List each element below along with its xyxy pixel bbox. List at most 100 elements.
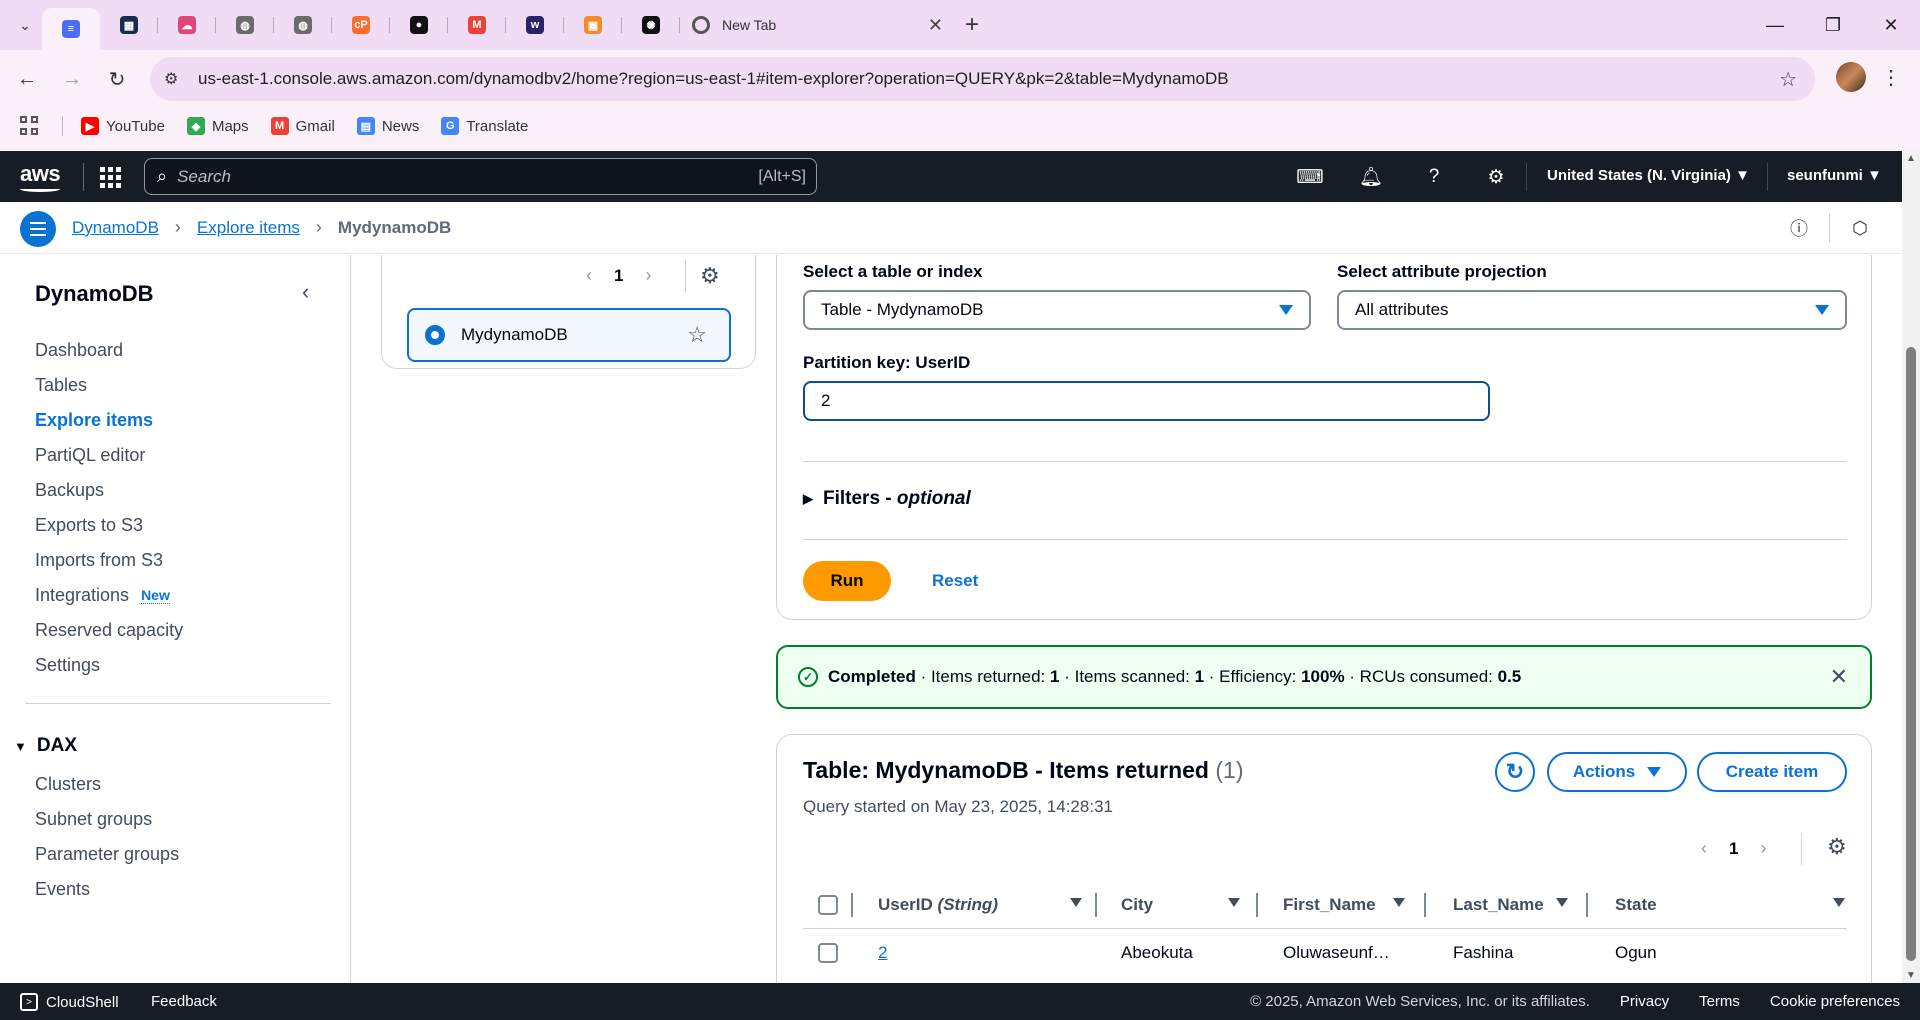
settings-gear-icon[interactable]: ⚙ bbox=[1482, 163, 1510, 191]
browser-tab[interactable]: w bbox=[506, 8, 564, 42]
column-header-state[interactable]: State bbox=[1615, 881, 1657, 929]
browser-tab[interactable]: ▣ bbox=[564, 8, 622, 42]
actions-button[interactable]: Actions bbox=[1547, 752, 1687, 792]
browser-tab[interactable]: cP bbox=[332, 8, 390, 42]
region-selector[interactable]: United States (N. Virginia) ▼ bbox=[1547, 167, 1750, 184]
select-all-checkbox[interactable] bbox=[818, 895, 838, 915]
sidebar-item-exports-to-s3[interactable]: Exports to S3 bbox=[35, 508, 183, 543]
sort-caret-icon[interactable] bbox=[1556, 898, 1568, 907]
scroll-up-icon[interactable]: ▲ bbox=[1906, 153, 1916, 164]
bookmark-star-icon[interactable]: ☆ bbox=[1779, 67, 1797, 92]
cookie-preferences-link[interactable]: Cookie preferences bbox=[1770, 993, 1900, 1010]
back-arrow-icon[interactable]: ← bbox=[10, 62, 44, 96]
page-number[interactable]: 1 bbox=[1729, 839, 1738, 859]
feedback-hex-icon[interactable]: ⬡ bbox=[1844, 212, 1876, 244]
sort-caret-icon[interactable] bbox=[1070, 898, 1082, 907]
address-bar[interactable]: ⚙ us-east-1.console.aws.amazon.com/dynam… bbox=[150, 57, 1815, 101]
side-nav-toggle-icon[interactable] bbox=[20, 211, 56, 247]
browser-tab[interactable]: ◍ bbox=[274, 8, 332, 42]
profile-avatar[interactable] bbox=[1836, 62, 1866, 92]
close-window-icon[interactable]: ✕ bbox=[1862, 0, 1920, 50]
bookmark-news[interactable]: ▤ News bbox=[356, 117, 419, 135]
browser-tab[interactable]: ▦ bbox=[100, 8, 158, 42]
notifications-bell-icon[interactable]: 🔔︎ bbox=[1357, 163, 1385, 191]
services-menu-icon[interactable] bbox=[100, 167, 121, 188]
bookmark-gmail[interactable]: M Gmail bbox=[270, 117, 335, 135]
favorite-star-icon[interactable]: ☆ bbox=[687, 322, 707, 348]
sidebar-item-clusters[interactable]: Clusters bbox=[35, 767, 179, 802]
browser-tab[interactable]: ≡ bbox=[42, 8, 100, 50]
sidebar-item-partiql-editor[interactable]: PartiQL editor bbox=[35, 438, 183, 473]
restore-icon[interactable]: ❐ bbox=[1804, 0, 1862, 50]
run-button[interactable]: Run bbox=[803, 561, 891, 601]
previous-page-icon[interactable]: ‹ bbox=[586, 265, 592, 286]
column-header-userid[interactable]: UserID (String) bbox=[878, 881, 998, 929]
close-icon[interactable]: ✕ bbox=[1830, 664, 1848, 690]
bookmark-youtube[interactable]: ▶ YouTube bbox=[81, 117, 165, 135]
scrollbar-thumb[interactable] bbox=[1906, 347, 1916, 961]
page-scrollbar[interactable]: ▲ ▼ bbox=[1902, 151, 1920, 983]
sidebar-item-dashboard[interactable]: Dashboard bbox=[35, 333, 183, 368]
breadcrumb-explore-items[interactable]: Explore items bbox=[197, 218, 300, 238]
collapse-sidebar-icon[interactable]: ‹ bbox=[302, 279, 309, 305]
browser-tab[interactable]: ✺ bbox=[622, 8, 680, 42]
browser-tab[interactable]: M bbox=[448, 8, 506, 42]
bookmark-translate[interactable]: G Translate bbox=[441, 117, 528, 135]
sidebar-title[interactable]: DynamoDB bbox=[35, 281, 154, 307]
projection-select[interactable]: All attributes bbox=[1337, 290, 1847, 330]
sidebar-item-imports-from-s3[interactable]: Imports from S3 bbox=[35, 543, 183, 578]
privacy-link[interactable]: Privacy bbox=[1620, 993, 1669, 1010]
sidebar-item-integrations[interactable]: Integrations New bbox=[35, 578, 183, 613]
sidebar-item-backups[interactable]: Backups bbox=[35, 473, 183, 508]
url-text[interactable]: us-east-1.console.aws.amazon.com/dynamod… bbox=[198, 69, 1229, 89]
filters-expander[interactable]: ▶ Filters - optional bbox=[803, 488, 971, 510]
tab-search-chevron-icon[interactable]: ⌄ bbox=[8, 8, 42, 42]
new-tab-plus-icon[interactable]: + bbox=[955, 8, 989, 42]
sort-caret-icon[interactable] bbox=[1228, 898, 1240, 907]
help-icon[interactable]: ? bbox=[1420, 163, 1448, 191]
sidebar-item-explore-items[interactable]: Explore items bbox=[35, 403, 183, 438]
site-info-icon[interactable]: ⚙ bbox=[164, 69, 186, 89]
preferences-gear-icon[interactable]: ⚙ bbox=[700, 263, 720, 289]
sort-caret-icon[interactable] bbox=[1393, 898, 1405, 907]
previous-page-icon[interactable]: ‹ bbox=[1701, 838, 1707, 859]
preferences-gear-icon[interactable]: ⚙ bbox=[1827, 834, 1847, 860]
table-selection-card[interactable]: MydynamoDB ☆ bbox=[407, 308, 731, 362]
terms-link[interactable]: Terms bbox=[1699, 993, 1740, 1010]
sidebar-item-parameter-groups[interactable]: Parameter groups bbox=[35, 837, 179, 872]
column-header-city[interactable]: City bbox=[1121, 881, 1153, 929]
table-radio[interactable] bbox=[425, 325, 445, 345]
column-header-first-name[interactable]: First_Name bbox=[1283, 881, 1376, 929]
sidebar-item-settings[interactable]: Settings bbox=[35, 648, 183, 683]
aws-logo[interactable]: aws bbox=[20, 161, 61, 192]
account-menu[interactable]: seunfunmi ▼ bbox=[1787, 167, 1882, 184]
sidebar-item-tables[interactable]: Tables bbox=[35, 368, 183, 403]
partition-key-input[interactable]: 2 bbox=[803, 381, 1490, 421]
tab-new-tab[interactable]: New Tab ✕ bbox=[680, 8, 955, 42]
next-page-icon[interactable]: › bbox=[1760, 838, 1766, 859]
feedback-link[interactable]: Feedback bbox=[151, 993, 217, 1010]
row-checkbox[interactable] bbox=[818, 943, 838, 963]
column-header-last-name[interactable]: Last_Name bbox=[1453, 881, 1544, 929]
table-select[interactable]: Table - MydynamoDB bbox=[803, 290, 1311, 330]
bookmark-maps[interactable]: ◆ Maps bbox=[186, 117, 249, 135]
create-item-button[interactable]: Create item bbox=[1697, 752, 1847, 792]
apps-grid-icon[interactable] bbox=[20, 116, 40, 136]
sidebar-item-subnet-groups[interactable]: Subnet groups bbox=[35, 802, 179, 837]
scroll-down-icon[interactable]: ▼ bbox=[1906, 970, 1916, 981]
refresh-icon[interactable]: ↻ bbox=[1495, 752, 1535, 792]
minimize-icon[interactable]: — bbox=[1746, 0, 1804, 50]
close-tab-icon[interactable]: ✕ bbox=[928, 15, 943, 36]
sidebar-item-reserved-capacity[interactable]: Reserved capacity bbox=[35, 613, 183, 648]
breadcrumb-dynamodb[interactable]: DynamoDB bbox=[72, 218, 159, 238]
reload-icon[interactable]: ↻ bbox=[100, 62, 134, 96]
browser-tab[interactable]: ☁ bbox=[158, 8, 216, 42]
sidebar-section-dax[interactable]: ▼ DAX bbox=[14, 735, 77, 757]
page-number[interactable]: 1 bbox=[614, 266, 623, 286]
browser-menu-icon[interactable]: ⋮ bbox=[1876, 62, 1906, 92]
info-icon[interactable]: ⓘ bbox=[1783, 212, 1815, 244]
browser-tab[interactable]: ◍ bbox=[216, 8, 274, 42]
forward-arrow-icon[interactable]: → bbox=[55, 62, 89, 96]
sort-caret-icon[interactable] bbox=[1833, 898, 1845, 907]
sidebar-item-events[interactable]: Events bbox=[35, 872, 179, 907]
